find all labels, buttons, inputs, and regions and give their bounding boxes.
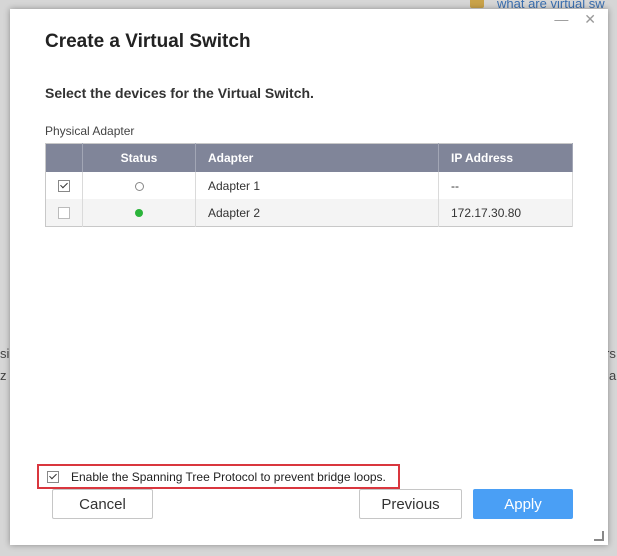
status-cell — [82, 199, 196, 227]
resize-grip-icon[interactable] — [594, 531, 604, 541]
adapter-column-header[interactable]: Adapter — [195, 143, 439, 172]
table-row[interactable]: Adapter 1 -- — [45, 172, 573, 199]
adapter-name-cell: Adapter 2 — [195, 199, 439, 227]
create-virtual-switch-dialog: — ✕ Create a Virtual Switch Select the d… — [10, 9, 608, 545]
spanning-tree-option[interactable]: Enable the Spanning Tree Protocol to pre… — [37, 464, 400, 489]
row-select-cell[interactable] — [45, 172, 83, 199]
status-online-icon — [135, 209, 143, 218]
table-row[interactable]: Adapter 2 172.17.30.80 — [45, 199, 573, 227]
adapter-2-checkbox[interactable] — [58, 207, 70, 220]
status-column-header[interactable]: Status — [82, 143, 196, 172]
spanning-tree-checkbox[interactable] — [47, 470, 59, 483]
dialog-title: Create a Virtual Switch — [45, 31, 251, 52]
select-column-header — [45, 143, 83, 172]
table-header-row: Status Adapter IP Address — [45, 143, 573, 172]
ip-column-header[interactable]: IP Address — [438, 143, 573, 172]
background-text: a — [609, 368, 617, 383]
previous-button[interactable]: Previous — [359, 489, 462, 519]
ip-address-cell: -- — [438, 172, 573, 199]
adapter-table: Status Adapter IP Address Adapter 1 -- A… — [45, 143, 573, 227]
ip-address-cell: 172.17.30.80 — [438, 199, 573, 227]
cancel-button[interactable]: Cancel — [52, 489, 153, 519]
apply-button[interactable]: Apply — [473, 489, 573, 519]
background-link-icon — [470, 0, 484, 8]
window-controls[interactable]: — ✕ — [554, 11, 602, 28]
row-select-cell[interactable] — [45, 199, 83, 227]
physical-adapter-label: Physical Adapter — [45, 124, 135, 138]
status-cell — [82, 172, 196, 199]
status-offline-icon — [134, 181, 144, 191]
background-text: z — [0, 368, 7, 383]
adapter-1-checkbox[interactable] — [58, 180, 70, 193]
dialog-subtitle: Select the devices for the Virtual Switc… — [45, 85, 314, 101]
background-text: si — [0, 346, 10, 361]
adapter-name-cell: Adapter 1 — [195, 172, 439, 199]
spanning-tree-label: Enable the Spanning Tree Protocol to pre… — [71, 469, 386, 484]
